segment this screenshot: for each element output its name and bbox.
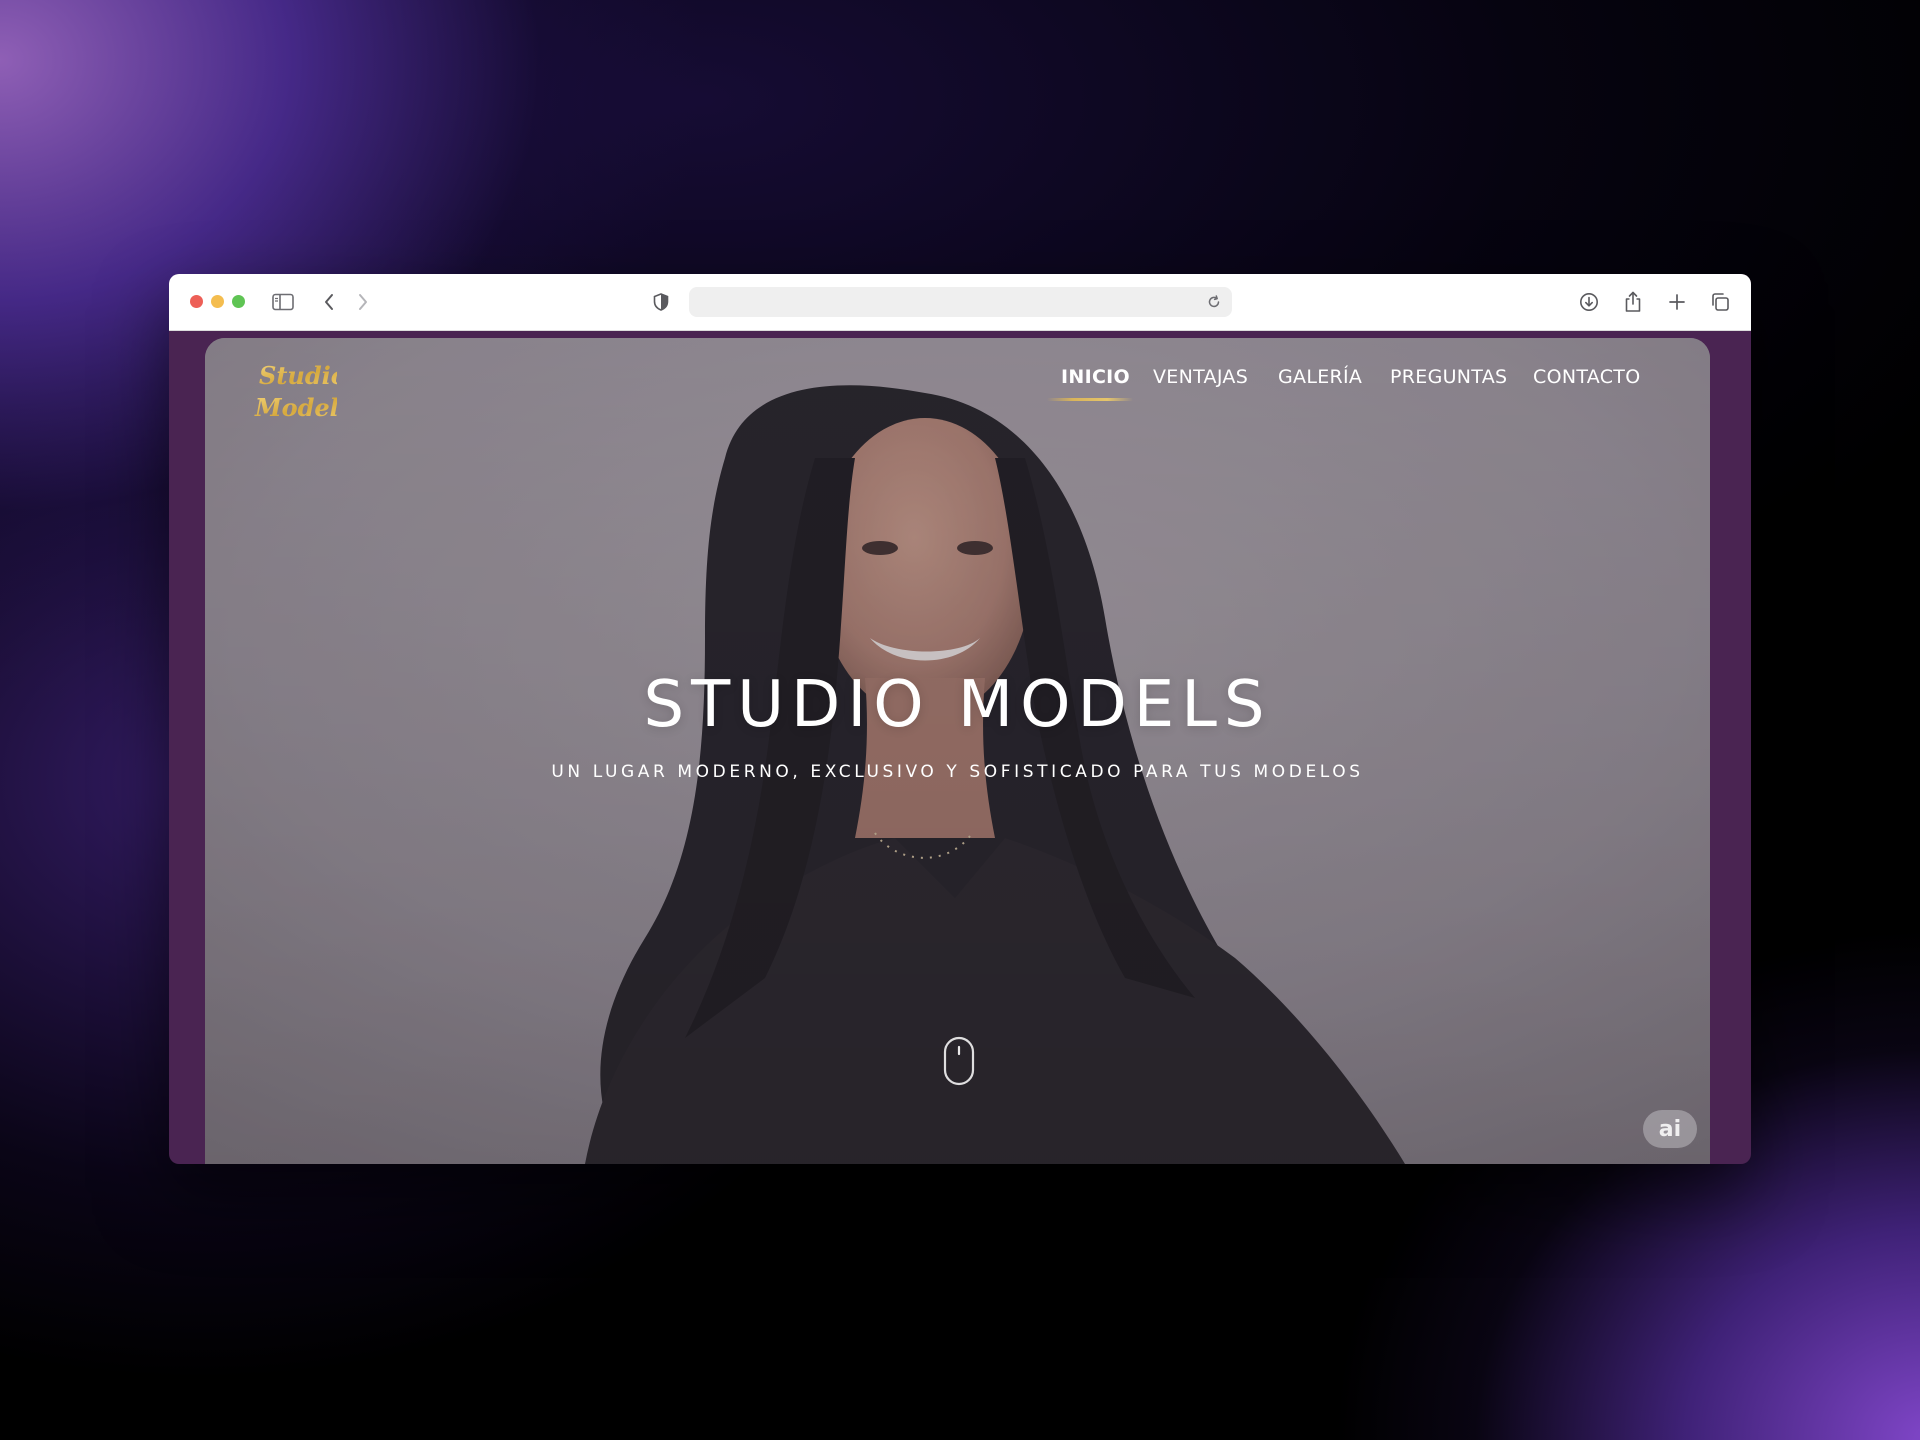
zoom-window-button[interactable]: [232, 295, 245, 308]
tabs-overview-icon[interactable]: [1706, 288, 1734, 316]
forward-icon[interactable]: [349, 288, 377, 316]
nav-item-preguntas[interactable]: PREGUNTAS: [1390, 366, 1507, 388]
browser-toolbar: [169, 274, 1751, 331]
shield-icon[interactable]: [647, 288, 675, 316]
main-navigation: INICIO VENTAJAS GALERÍA PREGUNTAS CONTAC…: [205, 366, 1710, 406]
nav-item-inicio[interactable]: INICIO: [1061, 366, 1130, 388]
nav-item-ventajas[interactable]: VENTAJAS: [1153, 366, 1248, 388]
browser-window: Studio Models INICIO VENTAJAS GALERÍA PR…: [169, 274, 1751, 1164]
hero-subtitle: UN LUGAR MODERNO, EXCLUSIVO Y SOFISTICAD…: [551, 762, 1364, 782]
download-icon[interactable]: [1575, 288, 1603, 316]
active-nav-underline: [1047, 398, 1133, 401]
share-icon[interactable]: [1619, 288, 1647, 316]
back-icon[interactable]: [315, 288, 343, 316]
nav-item-galeria[interactable]: GALERÍA: [1278, 366, 1362, 388]
hero-title: STUDIO MODELS: [643, 668, 1272, 742]
mouse-scroll-icon[interactable]: [943, 1036, 975, 1086]
new-tab-icon[interactable]: [1663, 288, 1691, 316]
nav-item-contacto[interactable]: CONTACTO: [1533, 366, 1640, 388]
close-window-button[interactable]: [190, 295, 203, 308]
minimize-window-button[interactable]: [211, 295, 224, 308]
ai-badge[interactable]: ai: [1643, 1110, 1697, 1148]
address-bar[interactable]: [689, 287, 1232, 317]
hero-section: Studio Models INICIO VENTAJAS GALERÍA PR…: [205, 338, 1710, 1164]
reload-icon[interactable]: [1202, 290, 1226, 314]
sidebar-icon[interactable]: [269, 288, 297, 316]
